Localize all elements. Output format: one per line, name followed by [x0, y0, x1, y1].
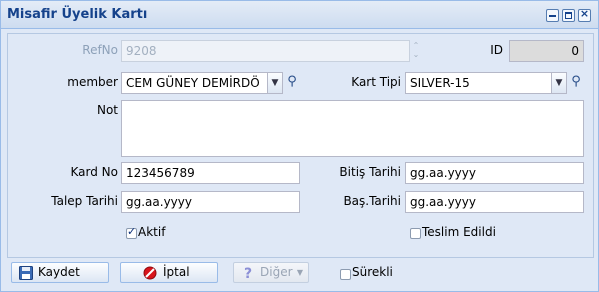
guest-membership-window: Misafir Üyelik Kartı × RefNo 9208 ⌃ ⌄ ID … — [0, 0, 599, 292]
kart-tipi-label: Kart Tipi — [351, 75, 401, 89]
window-title: Misafir Üyelik Kartı — [7, 7, 148, 22]
search-icon[interactable]: ⚲ — [568, 72, 584, 92]
id-value: 0 — [571, 44, 579, 58]
close-icon[interactable]: × — [578, 7, 591, 22]
window-titlebar[interactable]: Misafir Üyelik Kartı × — [1, 1, 598, 29]
member-value: CEM GÜNEY DEMİRDÖ — [126, 76, 260, 90]
chevron-down-icon[interactable]: ▼ — [551, 73, 566, 93]
no-entry-icon — [143, 266, 157, 280]
cancel-label: İptal — [163, 265, 190, 279]
other-label: Diğer — [260, 265, 293, 279]
talep-tarihi-input[interactable]: gg.aa.yyyy — [121, 191, 300, 213]
bas-tarihi-value: gg.aa.yyyy — [410, 195, 476, 209]
not-textarea[interactable] — [121, 100, 584, 157]
question-mark-icon: ? — [244, 266, 252, 280]
talep-tarihi-label: Talep Tarihi — [51, 194, 118, 208]
form-panel: RefNo 9208 ⌃ ⌄ ID 0 member CEM GÜNEY DEMİ… — [7, 33, 594, 258]
minimize-icon[interactable] — [546, 9, 559, 22]
bas-tarihi-input[interactable]: gg.aa.yyyy — [405, 191, 584, 213]
kard-no-value: 123456789 — [126, 166, 195, 180]
id-field: 0 — [509, 40, 584, 62]
refno-label: RefNo — [82, 43, 118, 57]
member-label: member — [67, 75, 118, 89]
teslim-edildi-checkbox[interactable] — [410, 228, 421, 239]
kart-tipi-combo[interactable]: SILVER-15 ▼ — [405, 72, 567, 94]
refno-value: 9208 — [126, 44, 157, 58]
id-label: ID — [490, 43, 503, 57]
talep-tarihi-value: gg.aa.yyyy — [126, 195, 192, 209]
kard-no-label: Kard No — [70, 165, 118, 179]
refno-field: 9208 — [121, 40, 410, 62]
teslim-edildi-label: Teslim Edildi — [422, 225, 496, 239]
surekli-label: Sürekli — [352, 265, 393, 279]
member-combo[interactable]: CEM GÜNEY DEMİRDÖ ▼ — [121, 72, 283, 94]
svg-text:?: ? — [244, 266, 252, 280]
maximize-icon[interactable] — [562, 9, 575, 22]
aktif-checkbox[interactable] — [126, 225, 137, 239]
aktif-label: Aktif — [138, 225, 166, 239]
cancel-button[interactable]: İptal — [120, 262, 218, 283]
bitis-tarihi-input[interactable]: gg.aa.yyyy — [405, 162, 584, 184]
not-label: Not — [96, 103, 118, 117]
chevron-down-icon: ▼ — [296, 268, 303, 277]
other-menu-button[interactable]: ? Diğer ▼ — [233, 262, 309, 283]
floppy-disk-icon — [19, 266, 33, 280]
bitis-tarihi-value: gg.aa.yyyy — [410, 166, 476, 180]
save-button[interactable]: Kaydet — [11, 262, 109, 283]
surekli-checkbox[interactable] — [340, 269, 351, 280]
chevron-down-icon[interactable]: ▼ — [267, 73, 282, 93]
bitis-tarihi-label: Bitiş Tarihi — [339, 165, 401, 179]
save-label: Kaydet — [38, 265, 80, 279]
kart-tipi-value: SILVER-15 — [410, 76, 470, 90]
bas-tarihi-label: Baş.Tarihi — [343, 194, 401, 208]
kard-no-input[interactable]: 123456789 — [121, 162, 300, 184]
